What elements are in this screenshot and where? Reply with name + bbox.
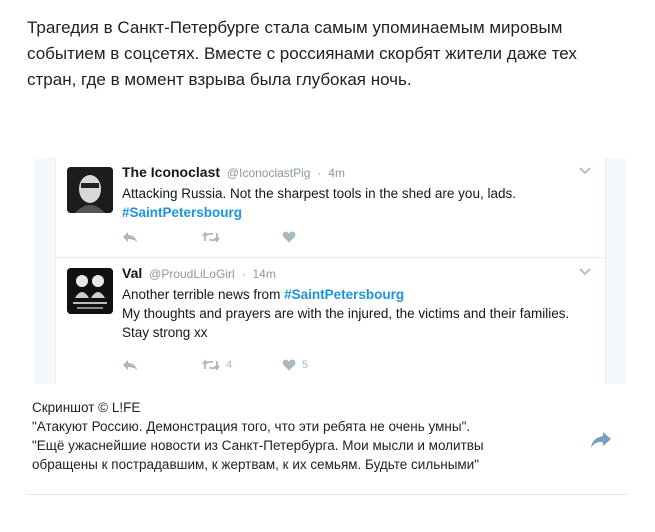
tweet-actions: 4 5	[122, 358, 362, 372]
avatar[interactable]	[67, 167, 113, 213]
post-text: Трагедия в Санкт-Петербурге стала самым …	[27, 18, 577, 89]
like-icon	[282, 359, 296, 371]
divider	[27, 494, 627, 495]
caption-line: "Ещё ужаснейшие новости из Санкт-Петербу…	[32, 438, 484, 453]
like-button[interactable]: 5	[282, 359, 362, 371]
tweet-separator: ·	[317, 166, 322, 180]
tweet-text: Another terrible news from #SaintPetersb…	[122, 285, 592, 342]
retweet-button[interactable]	[202, 231, 282, 243]
caption-source: Скриншот © L!FE	[32, 400, 141, 415]
caret-down-icon[interactable]	[579, 268, 591, 276]
retweet-icon	[202, 231, 220, 243]
tweet-header: The Iconoclast @IconoclastPig · 4m	[122, 164, 345, 180]
like-count: 5	[302, 359, 309, 371]
tweet-text-line: My thoughts and prayers are with the inj…	[122, 306, 570, 340]
tweet-timestamp[interactable]: 4m	[328, 166, 345, 180]
tweet-card: The Iconoclast @IconoclastPig · 4m Attac…	[55, 158, 606, 258]
tweet-author-name[interactable]: Val	[122, 265, 142, 281]
tweet-hashtag[interactable]: #SaintPetersbourg	[122, 203, 592, 222]
retweet-count: 4	[226, 359, 233, 371]
image-caption: Скриншот © L!FE "Атакуют Россию. Демонст…	[32, 398, 532, 474]
tweet-author-handle[interactable]: @ProudLiLoGirl	[149, 267, 235, 281]
share-arrow-icon[interactable]	[590, 430, 612, 450]
tweet-embed-image: The Iconoclast @IconoclastPig · 4m Attac…	[35, 158, 626, 384]
reply-button[interactable]	[122, 359, 202, 371]
tweet-actions	[122, 230, 362, 244]
tweet-text-line: Another terrible news from #SaintPetersb…	[122, 285, 592, 304]
tweet-hashtag[interactable]: #SaintPetersbourg	[284, 287, 404, 302]
tweet-header: Val @ProudLiLoGirl · 14m	[122, 265, 276, 281]
caption-line: обращены к пострадавшим, к жертвам, к их…	[32, 457, 480, 472]
caption-line: "Атакуют Россию. Демонстрация того, что …	[32, 419, 471, 434]
like-button[interactable]	[282, 231, 362, 243]
tweet-card: Val @ProudLiLoGirl · 14m Another terribl…	[55, 257, 606, 384]
reply-icon	[123, 360, 137, 370]
tweet-text-segment: Another terrible news from	[122, 287, 285, 302]
retweet-icon	[202, 359, 220, 371]
retweet-button[interactable]: 4	[202, 359, 282, 371]
tweet-timestamp[interactable]: 14m	[252, 267, 275, 281]
like-icon	[282, 231, 296, 243]
avatar[interactable]	[67, 268, 113, 314]
tweet-text-line: Attacking Russia. Not the sharpest tools…	[122, 186, 516, 201]
reply-icon	[123, 232, 137, 242]
tweet-text: Attacking Russia. Not the sharpest tools…	[122, 184, 592, 222]
tweet-author-handle[interactable]: @IconoclastPig	[227, 166, 311, 180]
tweet-separator: ·	[241, 267, 246, 281]
tweet-author-name[interactable]: The Iconoclast	[122, 164, 220, 180]
reply-button[interactable]	[122, 231, 202, 243]
caret-down-icon[interactable]	[579, 167, 591, 175]
